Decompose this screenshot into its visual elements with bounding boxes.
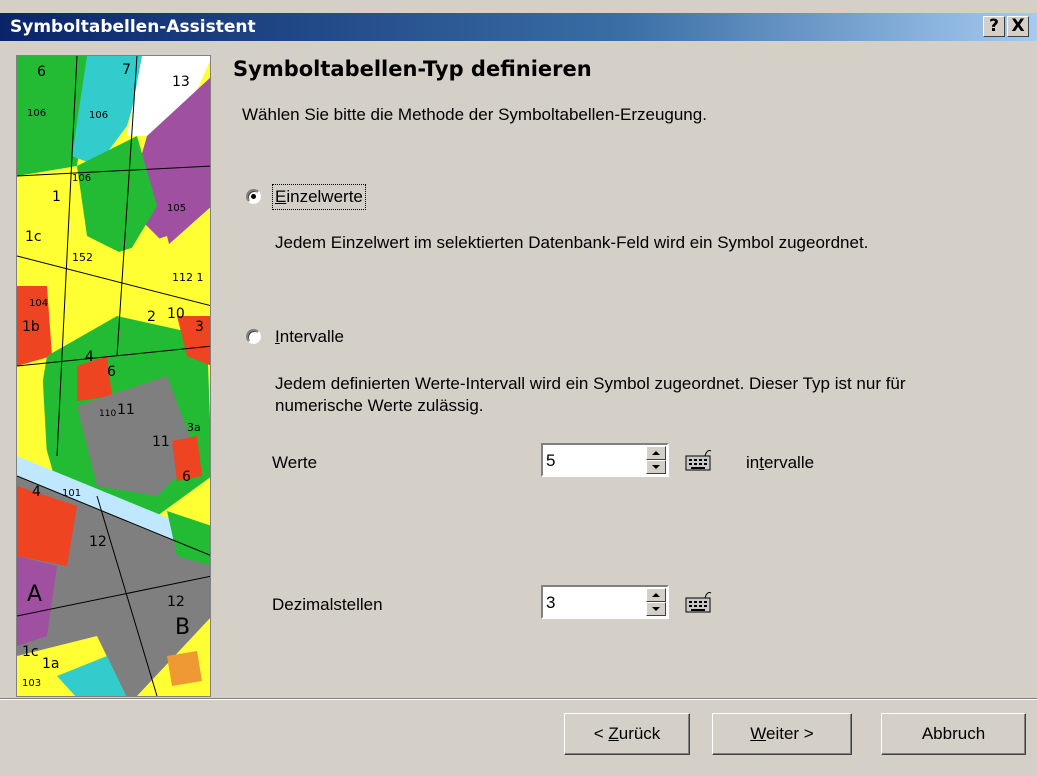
svg-text:A: A bbox=[27, 582, 42, 607]
radio-selected-dot bbox=[251, 194, 256, 199]
wizard-sidebar-map-image: 6 7 13 106 106 106 105 1 1c 152 112 1 104 1b 2 10… bbox=[16, 55, 211, 697]
intervalle-description: Jedem definierten Werte-Intervall wird e… bbox=[275, 374, 906, 415]
svg-text:6: 6 bbox=[182, 469, 191, 485]
radio-einzelwerte-label[interactable]: Einzelwerte bbox=[272, 184, 366, 210]
werte-spin-down-button[interactable] bbox=[646, 460, 666, 474]
werte-value[interactable]: 5 bbox=[546, 451, 555, 471]
dezimalstellen-value[interactable]: 3 bbox=[546, 593, 555, 613]
dezimalstellen-spinner[interactable]: 3 bbox=[541, 585, 669, 619]
svg-text:6: 6 bbox=[37, 64, 46, 80]
svg-text:1c: 1c bbox=[25, 229, 42, 245]
svg-text:4: 4 bbox=[85, 349, 94, 365]
svg-text:104: 104 bbox=[29, 298, 48, 309]
svg-text:106: 106 bbox=[72, 173, 91, 184]
keypad-icon[interactable] bbox=[683, 447, 713, 473]
radio-intervalle-label[interactable]: Intervalle bbox=[275, 327, 344, 347]
svg-text:11: 11 bbox=[117, 402, 135, 418]
svg-text:152: 152 bbox=[72, 251, 93, 264]
page-heading: Symboltabellen-Typ definieren bbox=[233, 57, 592, 81]
title-bar: Symboltabellen-Assistent ? X bbox=[0, 13, 1037, 41]
dezimalstellen-label: Dezimalstellen bbox=[272, 595, 383, 614]
svg-text:110: 110 bbox=[99, 409, 116, 419]
window-title: Symboltabellen-Assistent bbox=[10, 17, 256, 37]
svg-text:4: 4 bbox=[32, 484, 41, 500]
werte-spinner[interactable]: 5 bbox=[541, 443, 669, 477]
svg-text:7: 7 bbox=[122, 62, 131, 78]
svg-text:11: 11 bbox=[152, 434, 170, 450]
dezimalstellen-spin-down-button[interactable] bbox=[646, 602, 666, 616]
intervalle-unit-label: intervalle bbox=[746, 453, 815, 472]
close-button[interactable]: X bbox=[1007, 16, 1029, 37]
help-button[interactable]: ? bbox=[983, 16, 1005, 37]
footer-separator bbox=[0, 698, 1037, 700]
svg-text:106: 106 bbox=[27, 108, 46, 119]
svg-text:13: 13 bbox=[172, 74, 190, 90]
radio-intervalle[interactable] bbox=[246, 329, 261, 344]
svg-text:2: 2 bbox=[147, 309, 156, 325]
werte-spin-up-button[interactable] bbox=[646, 446, 666, 460]
page-intro-text: Wählen Sie bitte die Methode der Symbolt… bbox=[242, 105, 707, 124]
dezimalstellen-spin-up-button[interactable] bbox=[646, 588, 666, 602]
svg-text:10: 10 bbox=[167, 306, 185, 322]
cancel-button[interactable]: Abbruch bbox=[881, 713, 1026, 755]
svg-text:1b: 1b bbox=[22, 319, 40, 335]
svg-text:105: 105 bbox=[167, 203, 186, 214]
werte-label: Werte bbox=[272, 453, 318, 472]
keypad-icon[interactable] bbox=[683, 589, 713, 615]
einzelwerte-description: Jedem Einzelwert im selektierten Datenba… bbox=[275, 233, 869, 252]
svg-text:B: B bbox=[175, 615, 190, 640]
svg-text:3a: 3a bbox=[187, 421, 201, 434]
svg-text:101: 101 bbox=[62, 488, 81, 499]
radio-einzelwerte[interactable] bbox=[246, 189, 261, 204]
svg-text:12: 12 bbox=[89, 534, 107, 550]
svg-text:1a: 1a bbox=[42, 656, 60, 672]
back-button[interactable]: < Zurück bbox=[564, 713, 690, 755]
svg-text:3: 3 bbox=[195, 319, 204, 335]
svg-text:12: 12 bbox=[167, 594, 185, 610]
wizard-dialog: Symboltabellen-Assistent ? X 6 7 13 106 … bbox=[0, 0, 1037, 776]
svg-text:1c: 1c bbox=[22, 644, 39, 660]
next-button[interactable]: Weiter > bbox=[712, 713, 852, 755]
svg-text:106: 106 bbox=[89, 110, 108, 121]
svg-text:103: 103 bbox=[22, 678, 41, 689]
cadastral-map-graphic: 6 713 106 106 106105 11c152 112 1104 1b2 10… bbox=[17, 56, 210, 696]
svg-text:1: 1 bbox=[52, 189, 61, 205]
svg-text:6: 6 bbox=[107, 364, 116, 380]
svg-text:112 1: 112 1 bbox=[172, 271, 204, 284]
